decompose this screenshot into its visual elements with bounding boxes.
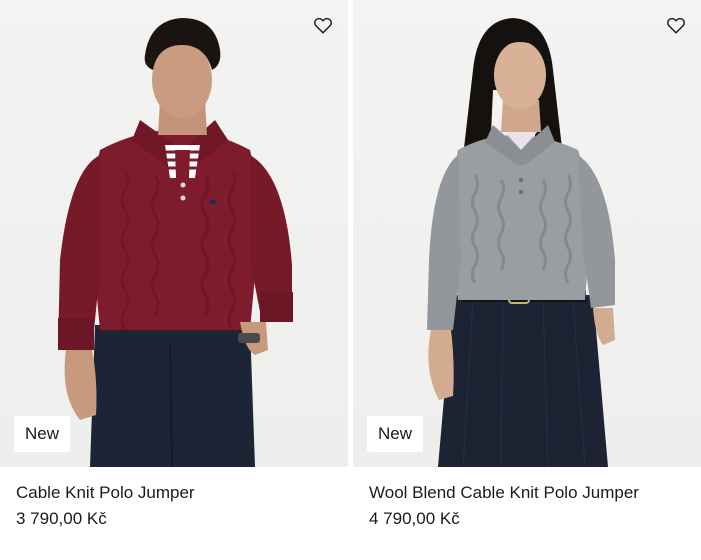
heart-outline-icon[interactable]: [665, 14, 687, 36]
product-card[interactable]: New Cable Knit Polo Jumper 3 790,00 Kč: [0, 0, 348, 560]
product-image[interactable]: New: [353, 0, 701, 467]
product-photo-man-burgundy-jumper: [58, 18, 293, 467]
product-name[interactable]: Wool Blend Cable Knit Polo Jumper: [369, 482, 701, 504]
product-grid: New Cable Knit Polo Jumper 3 790,00 Kč N…: [0, 0, 701, 560]
product-card[interactable]: New Wool Blend Cable Knit Polo Jumper 4 …: [353, 0, 701, 560]
product-photo-woman-grey-jumper: [427, 18, 615, 467]
product-name[interactable]: Cable Knit Polo Jumper: [16, 482, 348, 504]
product-info: Cable Knit Polo Jumper 3 790,00 Kč: [0, 467, 348, 530]
product-price: 4 790,00 Kč: [369, 509, 460, 528]
new-badge: New: [14, 416, 71, 452]
product-price: 3 790,00 Kč: [16, 509, 107, 528]
product-info: Wool Blend Cable Knit Polo Jumper 4 790,…: [353, 467, 701, 530]
heart-outline-icon[interactable]: [312, 14, 334, 36]
product-image[interactable]: New: [0, 0, 348, 467]
new-badge: New: [367, 416, 424, 452]
